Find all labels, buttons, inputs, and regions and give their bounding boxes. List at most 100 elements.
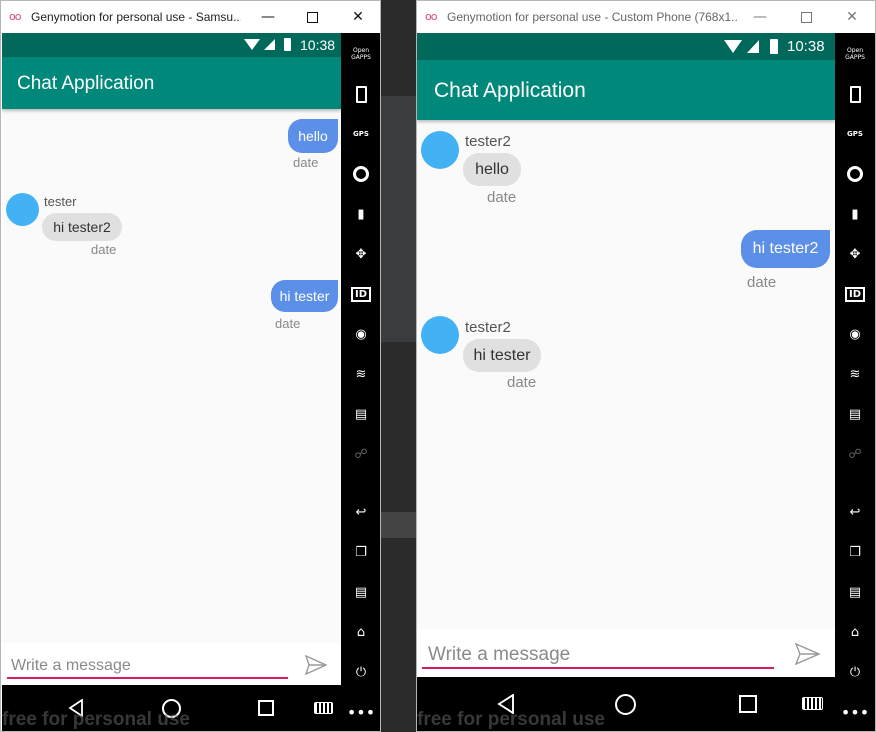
- right-titlebar: oo Genymotion for personal use - Custom …: [417, 1, 875, 33]
- home-icon[interactable]: ⌂: [348, 621, 374, 643]
- dpad-icon[interactable]: ✥: [842, 243, 868, 265]
- battery-status-icon: [284, 38, 291, 51]
- keyboard-icon[interactable]: [314, 702, 333, 714]
- power-icon[interactable]: ⏻: [348, 661, 374, 683]
- message-input-bar: Write a message: [2, 643, 341, 685]
- nav-recents-icon[interactable]: [258, 700, 274, 716]
- ide-strip: [380, 96, 416, 342]
- device-id-label: ID: [844, 286, 866, 302]
- device-id-icon[interactable]: ID: [842, 283, 868, 305]
- message-date: date: [747, 274, 777, 291]
- right-window-title: Genymotion for personal use - Custom Pho…: [447, 10, 737, 24]
- webcam-icon[interactable]: [842, 163, 868, 185]
- ide-strip: [380, 512, 416, 538]
- incoming-message-bubble: hi tester: [463, 339, 541, 372]
- gps-icon[interactable]: GPS: [842, 123, 868, 145]
- left-emulator-window: oo Genymotion for personal use - Samsu..…: [0, 0, 381, 732]
- avatar: [6, 193, 39, 226]
- sender-name: tester: [44, 194, 77, 209]
- more-icon[interactable]: •••: [347, 701, 375, 723]
- app-bar: Chat Application: [417, 60, 835, 120]
- menu-icon[interactable]: ▤: [842, 581, 868, 603]
- menu-icon[interactable]: ▤: [348, 581, 374, 603]
- watermark: free for personal use: [417, 709, 605, 730]
- device-id-label: ID: [350, 286, 372, 302]
- recent-apps-icon[interactable]: ❐: [348, 541, 374, 563]
- sms-icon[interactable]: ▤: [842, 403, 868, 425]
- message-date: date: [91, 242, 117, 257]
- status-bar: 10:38: [2, 33, 341, 57]
- app-bar: Chat Application: [2, 57, 341, 109]
- outgoing-message-bubble: hi tester2: [741, 230, 830, 268]
- app-title: Chat Application: [434, 79, 586, 102]
- webcam-icon[interactable]: [348, 163, 374, 185]
- app-title: Chat Application: [17, 73, 155, 94]
- disk-io-icon[interactable]: ◉: [842, 323, 868, 345]
- back-icon[interactable]: ↩: [842, 501, 868, 523]
- left-phone-screen: 10:38 Chat Application hello date tester…: [2, 33, 341, 731]
- outgoing-message-bubble: hello: [288, 119, 338, 153]
- wifi-icon: [244, 39, 260, 50]
- maximize-button[interactable]: [289, 1, 335, 33]
- share-icon[interactable]: ☍: [348, 443, 374, 465]
- gps-icon[interactable]: GPS: [348, 123, 374, 145]
- minimize-button[interactable]: —: [737, 1, 783, 33]
- keyboard-icon[interactable]: [802, 697, 823, 710]
- open-gapps-icon[interactable]: Open GAPPS: [348, 43, 374, 65]
- minimize-button[interactable]: —: [245, 1, 291, 33]
- network-icon[interactable]: ≋: [842, 363, 868, 385]
- incoming-message-bubble: hi tester2: [42, 213, 122, 241]
- nav-home-icon[interactable]: [615, 694, 636, 715]
- sender-name: tester2: [465, 133, 511, 150]
- status-bar: 10:38: [417, 33, 835, 60]
- genymotion-logo-icon: oo: [9, 10, 22, 23]
- screencast-icon[interactable]: ▮: [348, 203, 374, 225]
- network-icon[interactable]: ≋: [348, 363, 374, 385]
- status-time: 10:38: [300, 37, 336, 53]
- message-input-bar: Write a message: [417, 629, 835, 677]
- signal-icon: [264, 39, 275, 50]
- left-titlebar: oo Genymotion for personal use - Samsu..…: [1, 1, 380, 33]
- open-gapps-icon[interactable]: Open GAPPS: [842, 43, 868, 65]
- genymotion-side-toolbar: Open GAPPS GPS ▮ ✥ ID ◉ ≋ ▤ ☍ ↩ ❐ ▤ ⌂ ⏻ …: [341, 33, 380, 731]
- disk-io-icon[interactable]: ◉: [348, 323, 374, 345]
- back-icon[interactable]: ↩: [348, 501, 374, 523]
- avatar: [421, 131, 459, 169]
- message-input[interactable]: Write a message: [11, 657, 131, 675]
- home-icon[interactable]: ⌂: [842, 621, 868, 643]
- status-time: 10:38: [787, 38, 825, 55]
- input-underline: [422, 667, 774, 669]
- power-icon[interactable]: ⏻: [842, 661, 868, 683]
- message-date: date: [507, 374, 537, 391]
- message-date: date: [487, 189, 517, 206]
- share-icon[interactable]: ☍: [842, 443, 868, 465]
- device-id-icon[interactable]: ID: [348, 283, 374, 305]
- genymotion-side-toolbar: Open GAPPS GPS ▮ ✥ ID ◉ ≋ ▤ ☍ ↩ ❐ ▤ ⌂ ⏻ …: [835, 33, 875, 731]
- message-date: date: [275, 316, 301, 331]
- right-phone-screen: 10:38 Chat Application tester2 hello dat…: [417, 33, 835, 731]
- dpad-icon[interactable]: ✥: [348, 243, 374, 265]
- more-icon[interactable]: •••: [841, 701, 869, 723]
- wifi-icon: [724, 40, 742, 53]
- signal-icon: [747, 40, 759, 53]
- send-icon[interactable]: [305, 655, 327, 675]
- battery-icon[interactable]: [842, 83, 868, 105]
- sms-icon[interactable]: ▤: [348, 403, 374, 425]
- outgoing-message-bubble: hi tester: [271, 280, 338, 312]
- recent-apps-icon[interactable]: ❐: [842, 541, 868, 563]
- close-button[interactable]: ✕: [829, 1, 875, 33]
- avatar: [421, 316, 459, 354]
- screencast-icon[interactable]: ▮: [842, 203, 868, 225]
- sender-name: tester2: [465, 319, 511, 336]
- close-button[interactable]: ✕: [335, 1, 380, 33]
- message-date: date: [293, 155, 319, 170]
- left-window-title: Genymotion for personal use - Samsu...: [31, 10, 241, 24]
- nav-recents-icon[interactable]: [739, 695, 757, 713]
- right-emulator-window: oo Genymotion for personal use - Custom …: [416, 0, 876, 732]
- message-input[interactable]: Write a message: [428, 644, 570, 666]
- incoming-message-bubble: hello: [463, 153, 521, 186]
- send-icon[interactable]: [795, 643, 820, 665]
- maximize-button[interactable]: [783, 1, 829, 33]
- battery-icon[interactable]: [348, 83, 374, 105]
- battery-status-icon: [770, 39, 778, 54]
